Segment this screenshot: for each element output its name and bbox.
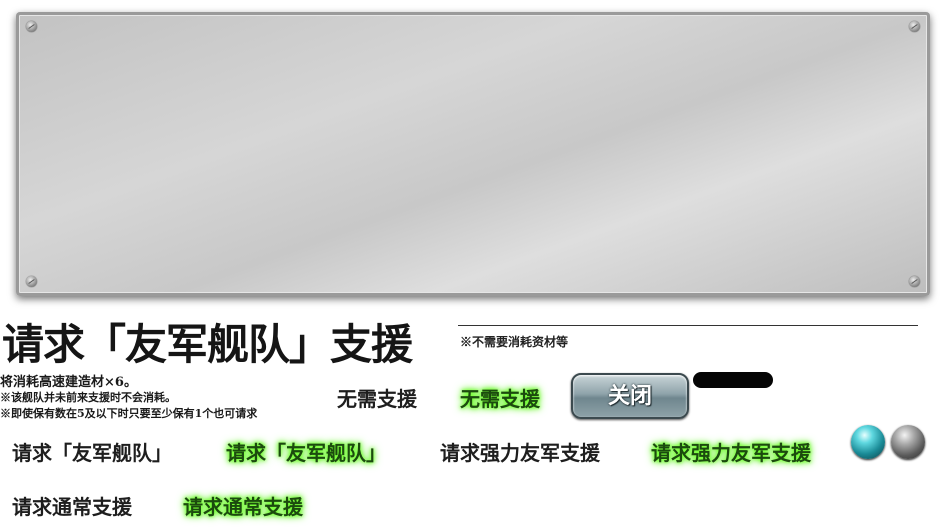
cost-info-line: ※即使保有数在5及以下时只要至少保有1个也可请求 [0,407,258,420]
metal-dialog-panel [16,12,930,296]
cost-info-line: 将消耗高速建造材×6。 [0,375,137,390]
no-cost-note: ※不需要消耗资材等 [460,335,569,349]
hidden-label-bar [693,372,773,388]
cost-info-line: ※该舰队并未前来支援时不会消耗。 [0,391,176,404]
bolt-icon [26,21,37,32]
request-normal-support-button-hover[interactable]: 请求通常支援 [183,491,303,520]
divider [458,325,918,326]
page-title: 请求「友军舰队」支援 [2,320,413,369]
request-strong-support-button[interactable]: 请求强力友军支援 [440,437,600,466]
close-button[interactable]: 关闭 [571,373,689,419]
no-support-button[interactable]: 无需支援 [337,383,417,412]
request-fleet-button-hover[interactable]: 请求「友军舰队」 [226,437,386,466]
request-strong-support-button-hover[interactable]: 请求强力友军支援 [651,437,811,466]
bolt-icon [909,276,920,287]
no-support-button-hover[interactable]: 无需支援 [460,383,540,412]
gray-orb-icon[interactable] [891,425,925,459]
request-fleet-button[interactable]: 请求「友军舰队」 [12,437,172,466]
request-normal-support-button[interactable]: 请求通常支援 [12,491,132,520]
bolt-icon [909,21,920,32]
bolt-icon [26,276,37,287]
teal-orb-icon[interactable] [851,425,885,459]
